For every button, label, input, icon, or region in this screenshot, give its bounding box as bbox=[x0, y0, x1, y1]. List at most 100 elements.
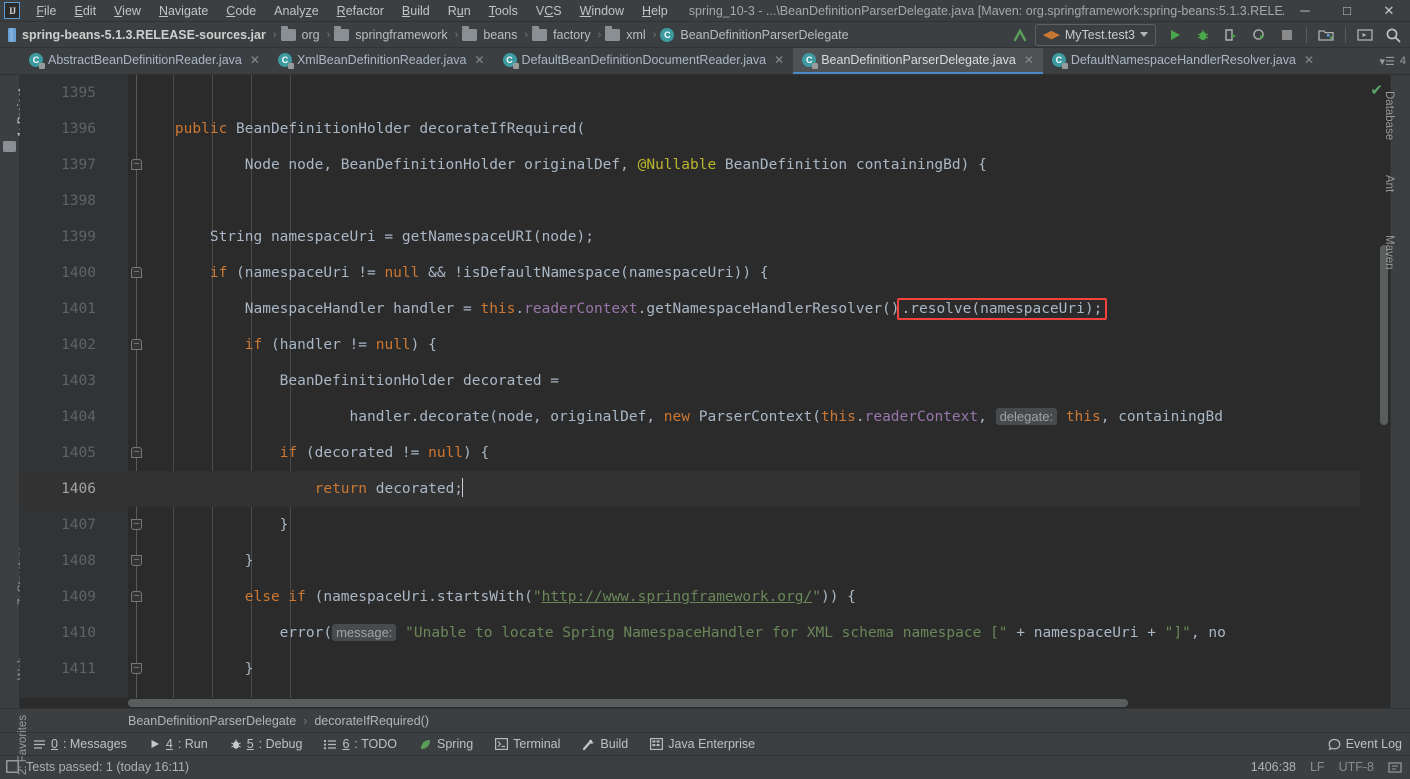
breadcrumb-springframework[interactable]: springframework bbox=[334, 25, 450, 42]
tab-defaultnamespacehandlerresolver[interactable]: C DefaultNamespaceHandlerResolver.java ✕ bbox=[1043, 48, 1323, 74]
code-line[interactable]: 1396 public BeanDefinitionHolder decorat… bbox=[20, 111, 1360, 147]
tab-defaultbeandefinitiondocumentreader[interactable]: C DefaultBeanDefinitionDocumentReader.ja… bbox=[494, 48, 794, 74]
tab-xmlbeandefinitionreader[interactable]: C XmlBeanDefinitionReader.java ✕ bbox=[269, 48, 494, 74]
code-line[interactable]: 1399 String namespaceUri = getNamespaceU… bbox=[20, 219, 1360, 255]
code-line[interactable]: 1403 BeanDefinitionHolder decorated = bbox=[20, 363, 1360, 399]
code-lines[interactable]: 1395 1396 public BeanDefinitionHolder dec… bbox=[20, 75, 1360, 708]
breadcrumb-jar[interactable]: spring-beans-5.1.3.RELEASE-sources.jar bbox=[6, 27, 269, 42]
tab-overflow[interactable]: ▾☰ 4 bbox=[1379, 48, 1410, 74]
debug-button[interactable] bbox=[1190, 24, 1216, 46]
tw-key: 4 bbox=[165, 737, 173, 751]
code-token: String namespaceUri = getNamespaceURI(no… bbox=[140, 229, 594, 245]
close-icon[interactable]: ✕ bbox=[250, 53, 260, 67]
breadcrumb-org[interactable]: org bbox=[280, 25, 323, 42]
line-number: 1407 bbox=[61, 517, 96, 533]
stop-button[interactable] bbox=[1274, 24, 1300, 46]
maximize-button[interactable]: □ bbox=[1326, 0, 1368, 22]
breadcrumb-xml[interactable]: xml bbox=[605, 25, 648, 42]
code-line[interactable]: 1402– if (handler != null) { bbox=[20, 327, 1360, 363]
tool-window-terminal[interactable]: Terminal bbox=[484, 737, 571, 751]
code-line[interactable]: 1404 handler.decorate(node, originalDef,… bbox=[20, 399, 1360, 435]
code-line[interactable]: 1405– if (decorated != null) { bbox=[20, 435, 1360, 471]
code-line[interactable]: 1407– } bbox=[20, 507, 1360, 543]
tab-abstractbeandefinitionreader[interactable]: C AbstractBeanDefinitionReader.java ✕ bbox=[20, 48, 269, 74]
tool-window-messages[interactable]: 0 : Messages bbox=[22, 737, 138, 751]
breadcrumb-factory[interactable]: factory bbox=[532, 25, 594, 42]
code-line[interactable]: 1411– } bbox=[20, 651, 1360, 687]
tool-window-build[interactable]: Build bbox=[571, 737, 639, 751]
breadcrumb-class[interactable]: C BeanDefinitionParserDelegate bbox=[660, 27, 851, 42]
code-token: "]" bbox=[1164, 625, 1191, 641]
status-message[interactable]: Tests passed: 1 (today 16:11) bbox=[26, 760, 189, 774]
line-separator[interactable]: LF bbox=[1310, 760, 1325, 774]
code-line[interactable]: 1397– Node node, BeanDefinitionHolder or… bbox=[20, 147, 1360, 183]
close-icon[interactable]: ✕ bbox=[774, 53, 784, 67]
menu-tools[interactable]: Tools bbox=[480, 2, 527, 20]
code-line[interactable]: 1400– if (namespaceUri != null && !isDef… bbox=[20, 255, 1360, 291]
horizontal-scrollbar-thumb[interactable] bbox=[128, 699, 1128, 707]
menu-view[interactable]: View bbox=[105, 2, 150, 20]
code-line[interactable]: 1410 error(message: "Unable to locate Sp… bbox=[20, 615, 1360, 651]
menu-file[interactable]: File bbox=[27, 2, 65, 20]
messages-icon bbox=[34, 739, 45, 749]
run-with-coverage-button[interactable] bbox=[1218, 24, 1244, 46]
code-line[interactable]: 1406 return decorated; bbox=[20, 471, 1360, 507]
breadcrumb-class-name[interactable]: BeanDefinitionParserDelegate bbox=[128, 714, 296, 728]
tab-beandefinitionparserdelegate[interactable]: C BeanDefinitionParserDelegate.java ✕ bbox=[793, 48, 1043, 74]
menu-build[interactable]: Build bbox=[393, 2, 439, 20]
sidebar-item-maven[interactable]: Maven bbox=[1383, 235, 1395, 270]
breadcrumb-label: BeanDefinitionParserDelegate bbox=[680, 27, 849, 42]
close-button[interactable]: ✕ bbox=[1368, 0, 1410, 22]
sidebar-item-ant[interactable]: Ant bbox=[1383, 175, 1395, 192]
update-project-icon[interactable] bbox=[1007, 24, 1033, 46]
project-structure-icon[interactable] bbox=[1313, 24, 1339, 46]
menu-edit[interactable]: Edit bbox=[66, 2, 106, 20]
caret-position[interactable]: 1406:38 bbox=[1251, 760, 1296, 774]
inspection-level-icon[interactable] bbox=[1388, 760, 1402, 774]
tool-window-spring[interactable]: Spring bbox=[408, 737, 484, 751]
close-icon[interactable]: ✕ bbox=[474, 53, 484, 67]
code-line[interactable]: 1409– else if (namespaceUri.startsWith("… bbox=[20, 579, 1360, 615]
run-button[interactable] bbox=[1162, 24, 1188, 46]
code-line[interactable]: 1408– } bbox=[20, 543, 1360, 579]
breadcrumb-separator: › bbox=[597, 28, 602, 41]
event-log-button[interactable]: Event Log bbox=[1317, 737, 1410, 751]
java-class-icon: C bbox=[502, 53, 519, 69]
code-line[interactable]: 1395 bbox=[20, 75, 1360, 111]
profile-button[interactable] bbox=[1246, 24, 1272, 46]
tool-window-java-enterprise[interactable]: Java Enterprise bbox=[639, 737, 766, 751]
inspection-ok-icon[interactable]: ✔ bbox=[1370, 81, 1383, 99]
menu-help[interactable]: Help bbox=[633, 2, 677, 20]
code-token: (namespaceUri.startsWith( bbox=[305, 589, 533, 605]
tool-window-debug[interactable]: 5 : Debug bbox=[219, 737, 314, 751]
close-icon[interactable]: ✕ bbox=[1024, 53, 1034, 67]
menu-vcs[interactable]: VCS bbox=[527, 2, 571, 20]
code-token: decorateIfRequired bbox=[419, 121, 577, 137]
sidebar-item-database[interactable]: Database bbox=[1383, 91, 1395, 140]
menu-navigate[interactable]: Navigate bbox=[150, 2, 217, 20]
close-icon[interactable]: ✕ bbox=[1304, 53, 1314, 67]
menu-code[interactable]: Code bbox=[217, 2, 265, 20]
code-token: readerContext bbox=[864, 409, 979, 425]
menu-analyze[interactable]: Analyze bbox=[265, 2, 327, 20]
tool-window-run[interactable]: 4 : Run bbox=[138, 737, 219, 751]
horizontal-scrollbar-track[interactable] bbox=[20, 698, 1360, 708]
code-editor[interactable]: 1395 1396 public BeanDefinitionHolder dec… bbox=[20, 75, 1390, 708]
sidebar-item-favorites[interactable]: 2: Favorites bbox=[17, 715, 29, 775]
code-line[interactable]: 1398 bbox=[20, 183, 1360, 219]
preview-icon[interactable] bbox=[1352, 24, 1378, 46]
menu-refactor[interactable]: Refactor bbox=[328, 2, 393, 20]
file-encoding[interactable]: UTF-8 bbox=[1339, 760, 1374, 774]
code-line[interactable]: 1401 NamespaceHandler handler = this.rea… bbox=[20, 291, 1360, 327]
minimize-button[interactable]: ─ bbox=[1284, 0, 1326, 22]
search-everywhere-icon[interactable] bbox=[1380, 24, 1406, 46]
window-controls: ─ □ ✕ bbox=[1284, 0, 1410, 22]
menu-run[interactable]: Run bbox=[439, 2, 480, 20]
run-configuration-selector[interactable]: ◀▶ MyTest.test3 bbox=[1034, 23, 1156, 46]
breadcrumb-method-name[interactable]: decorateIfRequired() bbox=[314, 714, 429, 728]
breadcrumb-beans[interactable]: beans bbox=[462, 25, 520, 42]
marker-gutter[interactable]: ✔ bbox=[1360, 75, 1390, 708]
vertical-scrollbar[interactable] bbox=[1380, 245, 1388, 425]
menu-window[interactable]: Window bbox=[571, 2, 633, 20]
tool-window-todo[interactable]: 6 : TODO bbox=[313, 737, 408, 751]
